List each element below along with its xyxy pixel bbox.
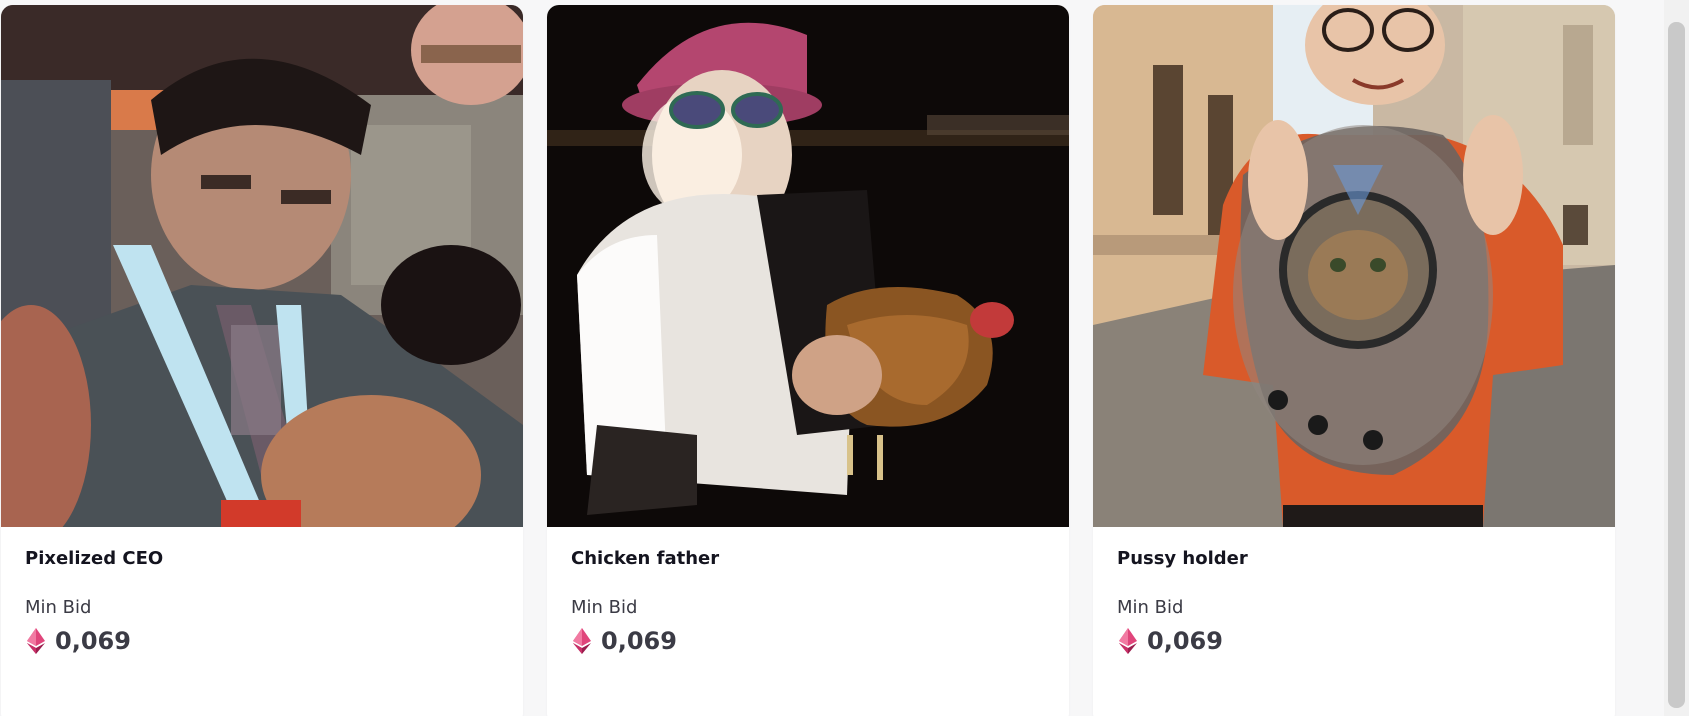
nft-card-grid-page: Pixelized CEO Min Bid 0,069 Chicken fath… (0, 0, 1689, 716)
ethereum-icon (573, 628, 591, 654)
nft-image-photo (1, 5, 523, 527)
nft-card[interactable]: Chicken father Min Bid 0,069 (547, 5, 1069, 716)
scrollbar-thumb[interactable] (1668, 22, 1685, 708)
nft-image-photo (1093, 5, 1615, 527)
price-value: 0,069 (601, 627, 677, 655)
nft-image[interactable] (547, 5, 1069, 527)
nft-card-title[interactable]: Pixelized CEO (25, 548, 163, 569)
nft-card-title[interactable]: Chicken father (571, 548, 719, 569)
price-row: 0,069 (571, 626, 677, 656)
nft-card-title[interactable]: Pussy holder (1117, 548, 1248, 569)
price-row: 0,069 (25, 626, 131, 656)
price-row: 0,069 (1117, 626, 1223, 656)
price-value: 0,069 (1147, 627, 1223, 655)
min-bid-label: Min Bid (1117, 597, 1184, 618)
ethereum-icon (1119, 628, 1137, 654)
price-value: 0,069 (55, 627, 131, 655)
ethereum-icon (27, 628, 45, 654)
nft-card[interactable]: Pixelized CEO Min Bid 0,069 (1, 5, 523, 716)
nft-image[interactable] (1093, 5, 1615, 527)
nft-card[interactable]: Pussy holder Min Bid 0,069 (1093, 5, 1615, 716)
min-bid-label: Min Bid (25, 597, 92, 618)
nft-image-photo (547, 5, 1069, 527)
min-bid-label: Min Bid (571, 597, 638, 618)
nft-image[interactable] (1, 5, 523, 527)
